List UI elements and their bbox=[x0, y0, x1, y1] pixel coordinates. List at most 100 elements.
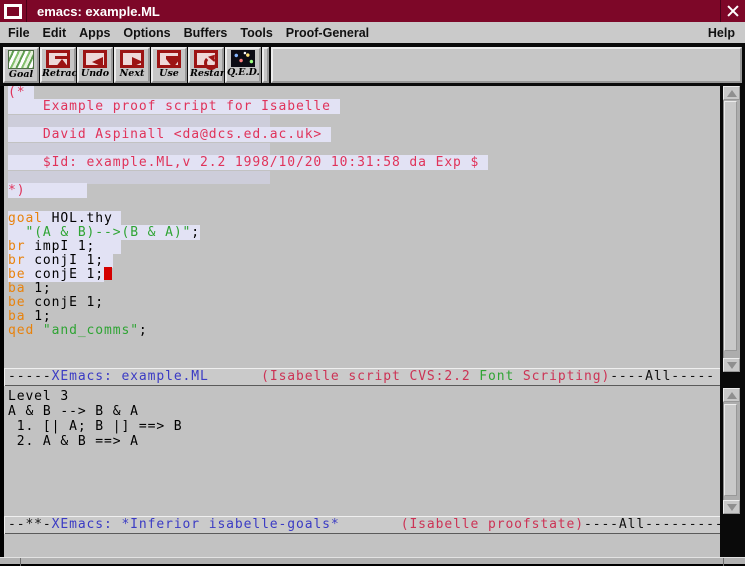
buffer-line bbox=[4, 198, 720, 212]
buffer-line bbox=[4, 352, 720, 366]
use-icon bbox=[157, 50, 181, 68]
modeline-segment: (Isabelle script CVS:2.2 bbox=[261, 369, 479, 384]
next-icon bbox=[120, 50, 144, 68]
buffer-line: ba 1; bbox=[4, 310, 720, 324]
scroll-up-button[interactable] bbox=[723, 388, 740, 402]
modeline-lower: --**-XEmacs: *Inferior isabelle-goals* (… bbox=[4, 516, 738, 534]
code-segment: Example proof script for Isabelle bbox=[8, 99, 340, 114]
modeline-segment: XEmacs: example.ML bbox=[52, 369, 209, 384]
scroll-up-button[interactable] bbox=[723, 86, 740, 100]
toolbar-button-restart[interactable]: Restart bbox=[188, 47, 224, 83]
code-segment: conjE 1; bbox=[34, 295, 104, 310]
code-segment: HOL.thy bbox=[52, 211, 122, 226]
toolbar-button-qed[interactable]: Q.E.D. bbox=[225, 47, 261, 83]
toolbar-button-undo[interactable]: Undo bbox=[77, 47, 113, 83]
modeline-segment: XEmacs: *Inferior isabelle-goals* bbox=[52, 517, 340, 532]
menu-item-proof-general[interactable]: Proof-General bbox=[286, 26, 369, 40]
buffer-line bbox=[4, 170, 720, 184]
modeline-segment: ----All--------- bbox=[584, 517, 724, 532]
text-cursor bbox=[104, 267, 112, 280]
toolbar-button-label: Undo bbox=[79, 68, 111, 79]
buffer-line: *) bbox=[4, 184, 720, 198]
scrollbar-thumb[interactable] bbox=[724, 101, 737, 351]
buffer-line bbox=[4, 114, 720, 128]
buffer-line: br conjI 1; bbox=[4, 254, 720, 268]
modeline-segment bbox=[340, 517, 401, 532]
scroll-down-button[interactable] bbox=[723, 358, 740, 372]
toolbar-button-label: Next bbox=[116, 68, 148, 79]
close-button[interactable] bbox=[720, 0, 745, 22]
goals-line: 2. A & B ==> A bbox=[4, 434, 720, 449]
undo-icon bbox=[83, 50, 107, 68]
menu-item-options[interactable]: Options bbox=[123, 26, 170, 40]
menu-item-help[interactable]: Help bbox=[708, 26, 745, 40]
restart-icon bbox=[194, 50, 218, 68]
code-segment: ba bbox=[8, 309, 34, 324]
toolbar-button-label: Use bbox=[153, 68, 185, 79]
titlebar: emacs: example.ML bbox=[0, 0, 745, 23]
goals-scrollbar[interactable] bbox=[723, 388, 740, 514]
modeline-segment: Scripting) bbox=[514, 369, 610, 384]
border-notch bbox=[20, 558, 21, 566]
code-segment: ; bbox=[139, 323, 148, 338]
code-segment: "and_comms" bbox=[43, 323, 139, 338]
menu-item-apps[interactable]: Apps bbox=[79, 26, 110, 40]
buffer-line: Example proof script for Isabelle bbox=[4, 100, 720, 114]
toolbar-button-goal[interactable]: Goal bbox=[3, 47, 39, 83]
code-segment: *) bbox=[8, 183, 87, 198]
xemacs-window: emacs: example.ML File Edit Apps Options Buf… bbox=[0, 0, 745, 566]
code-segment: qed bbox=[8, 323, 43, 338]
code-segment: "(A & B)-->(B & A)" bbox=[25, 225, 191, 240]
modeline-segment: --**- bbox=[8, 517, 52, 532]
code-segment: (* bbox=[8, 86, 34, 100]
scroll-down-button[interactable] bbox=[723, 500, 740, 514]
window-resize-border[interactable] bbox=[0, 557, 745, 566]
buffer-line bbox=[4, 338, 720, 352]
menu-item-edit[interactable]: Edit bbox=[43, 26, 67, 40]
toolbar-button-use[interactable]: Use bbox=[151, 47, 187, 83]
toolbar-button-label: Retract bbox=[42, 68, 74, 79]
code-segment: br bbox=[8, 253, 34, 268]
code-segment: $Id: example.ML,v 2.2 1998/10/20 10:31:5… bbox=[8, 155, 488, 170]
menubar: File Edit Apps Options Buffers Tools Proof-Gen… bbox=[0, 22, 745, 43]
goals-line: A & B --> B & A bbox=[4, 404, 720, 419]
border-notch bbox=[723, 558, 724, 566]
toolbar-separator bbox=[262, 47, 269, 83]
buffer-line: goal HOL.thy bbox=[4, 212, 720, 226]
menubar-items: File Edit Apps Options Buffers Tools Proof-Gen… bbox=[0, 26, 708, 40]
qed-icon bbox=[231, 50, 255, 67]
modeline-segment: ----All----- bbox=[610, 369, 715, 384]
modeline-upper: -----XEmacs: example.ML (Isabelle script… bbox=[4, 368, 738, 386]
scrollbar-thumb[interactable] bbox=[724, 404, 737, 496]
goals-line: Level 3 bbox=[4, 389, 720, 404]
close-icon bbox=[726, 4, 740, 18]
goals-buffer[interactable]: Level 3A & B --> B & A 1. [| A; B |] ==>… bbox=[4, 386, 720, 516]
window-menu-icon bbox=[4, 4, 22, 19]
script-scrollbar[interactable] bbox=[723, 86, 740, 372]
code-segment: David Aspinall <da@dcs.ed.ac.uk> bbox=[8, 127, 331, 142]
code-segment: conjE 1; bbox=[34, 267, 104, 282]
buffer-line bbox=[4, 142, 720, 156]
script-buffer[interactable]: (* Example proof script for Isabelle Dav… bbox=[4, 86, 720, 368]
toolbar-button-label: Restart bbox=[190, 68, 222, 79]
buffer-line: (* bbox=[4, 86, 720, 100]
toolbar-button-retract[interactable]: Retract bbox=[40, 47, 76, 83]
menu-item-tools[interactable]: Tools bbox=[240, 26, 272, 40]
minibuffer-echo-area[interactable] bbox=[4, 534, 741, 557]
menu-item-file[interactable]: File bbox=[8, 26, 30, 40]
goals-line: 1. [| A; B |] ==> B bbox=[4, 419, 720, 434]
code-segment: 1; bbox=[34, 309, 51, 324]
buffer-line: be conjE 1; bbox=[4, 296, 720, 310]
window-title: emacs: example.ML bbox=[37, 4, 720, 19]
menu-item-buffers[interactable]: Buffers bbox=[184, 26, 228, 40]
buffer-line: br impI 1; bbox=[4, 240, 720, 254]
code-segment: be bbox=[8, 295, 34, 310]
window-menu-button[interactable] bbox=[0, 0, 27, 22]
toolbar-button-next[interactable]: Next bbox=[114, 47, 150, 83]
toolbar-buttons: GoalRetract Undo Next Use RestartQ.E.D. bbox=[3, 47, 262, 83]
buffer-line: qed "and_comms"; bbox=[4, 324, 720, 338]
modeline-segment: (Isabelle proofstate) bbox=[401, 517, 584, 532]
code-segment bbox=[8, 225, 25, 240]
code-segment: br bbox=[8, 239, 34, 254]
code-segment: 1; bbox=[34, 281, 51, 296]
